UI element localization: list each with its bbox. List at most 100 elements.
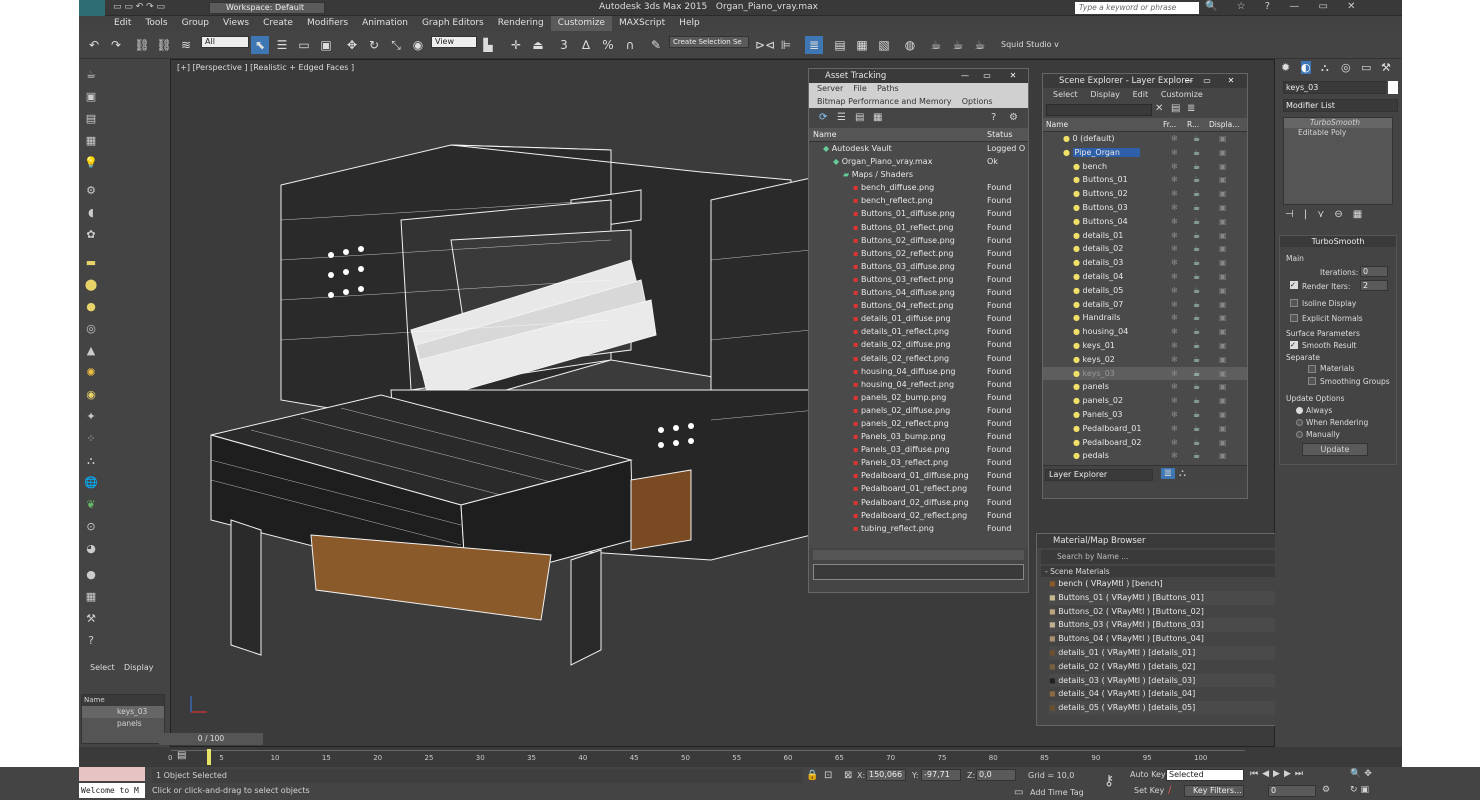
render-icon[interactable]: ☕ <box>1193 270 1200 284</box>
lock-selection-icon[interactable]: 🔒 <box>806 770 818 781</box>
freeze-icon[interactable]: ✻ <box>1171 284 1178 298</box>
freeze-icon[interactable]: ✻ <box>1171 353 1178 367</box>
render-icon[interactable]: ☕ <box>971 36 989 54</box>
asset-row[interactable]: ▪ Pedalboard_02_diffuse.png Found <box>809 496 1028 509</box>
visibility-icon[interactable]: ● <box>1043 189 1083 198</box>
camera-icon[interactable]: ⊙ <box>82 519 100 535</box>
menu-customize[interactable]: Customize <box>550 16 612 31</box>
window-crossing-icon[interactable]: ▣ <box>317 36 335 54</box>
smoothing-groups-checkbox[interactable] <box>1308 377 1316 385</box>
rotate-icon[interactable]: ↻ <box>365 36 383 54</box>
zoom-icon[interactable]: 🔍✥ <box>1350 769 1375 779</box>
freeze-icon[interactable]: ✻ <box>1171 394 1178 408</box>
modify-tab-icon[interactable]: ◐ <box>1301 61 1311 74</box>
freeze-icon[interactable]: ✻ <box>1171 173 1178 187</box>
render-icon[interactable]: ☕ <box>1193 436 1200 450</box>
asset-row[interactable]: ▪ Panels_03_bump.png Found <box>809 430 1028 443</box>
menu-edit[interactable]: Edit <box>1133 90 1149 99</box>
bind-spacewarp-icon[interactable]: ≋ <box>177 36 195 54</box>
visibility-icon[interactable]: ● <box>1043 148 1073 157</box>
mirror-icon[interactable]: ⊳⊲ <box>755 36 775 54</box>
pivot-icon[interactable]: ▙ <box>479 36 497 54</box>
menu-rendering[interactable]: Rendering <box>491 16 551 31</box>
particles-icon[interactable]: ✿ <box>82 227 100 243</box>
col-display[interactable]: Displa... <box>1209 118 1239 132</box>
object-name-field[interactable]: keys_03 <box>1283 81 1386 94</box>
asset-row[interactable]: ▪ Pedalboard_01_reflect.png Found <box>809 482 1028 495</box>
update-button[interactable]: Update <box>1302 443 1368 456</box>
particle-icon[interactable]: ⁘ <box>82 431 100 447</box>
z-coordinate-field[interactable]: 0,0 <box>976 769 1016 781</box>
freeze-icon[interactable]: ✻ <box>1171 436 1178 450</box>
stack-controls[interactable]: ⊣|⋎⊖▦ <box>1285 209 1372 220</box>
tab-display[interactable]: Display <box>124 663 154 672</box>
hierarchy-tab-icon[interactable]: ⛬ <box>1321 61 1329 75</box>
freeze-icon[interactable]: ✻ <box>1171 298 1178 312</box>
asset-row[interactable]: ▪ Buttons_02_reflect.png Found <box>809 247 1028 260</box>
render-icon[interactable]: ☕ <box>1193 422 1200 436</box>
always-radio[interactable] <box>1296 407 1303 414</box>
asset-row[interactable]: ◆ Autodesk Vault Logged O <box>809 142 1028 155</box>
tool-icon[interactable]: ⚙ <box>82 183 100 199</box>
scene-row[interactable]: ● Pedalboard_01 ✻ ☕ ▣ <box>1043 422 1247 436</box>
visibility-icon[interactable]: ● <box>1043 369 1083 378</box>
named-selection-set-dropdown[interactable]: Create Selection Se <box>669 36 749 48</box>
render-icon[interactable]: ☕ <box>1193 187 1200 201</box>
materials-checkbox[interactable] <box>1308 365 1316 373</box>
menu-create[interactable]: Create <box>256 16 300 31</box>
display-icon[interactable]: ▣ <box>1219 436 1227 450</box>
quick-access-icons[interactable]: ▭ ▭ ↶ ↷ ▭ <box>113 2 165 12</box>
scene-row[interactable]: ● Buttons_03 ✻ ☕ ▣ <box>1043 201 1247 215</box>
display-icon[interactable]: ▣ <box>1219 449 1227 463</box>
time-tag-icon[interactable]: ▭ <box>1014 787 1023 798</box>
render-iters-checkbox[interactable]: ✓ <box>1290 281 1298 289</box>
select-object-icon[interactable]: ⬉ <box>251 36 269 54</box>
material-editor-icon[interactable]: ◍ <box>901 36 919 54</box>
maximize-icon[interactable]: ▭ <box>979 70 995 82</box>
redo-icon[interactable]: ↷ <box>107 36 125 54</box>
box-icon[interactable]: ▬ <box>82 255 100 271</box>
layer-icon[interactable]: ≣ <box>1161 468 1175 479</box>
render-icon[interactable]: ☕ <box>1193 311 1200 325</box>
visibility-icon[interactable]: ● <box>1043 203 1083 212</box>
col-render[interactable]: R... <box>1187 118 1199 132</box>
scene-row[interactable]: ● details_07 ✻ ☕ ▣ <box>1043 298 1247 312</box>
visibility-icon[interactable]: ● <box>1043 231 1083 240</box>
display-icon[interactable]: ▣ <box>1219 229 1227 243</box>
render-icon[interactable]: ☕ <box>1193 353 1200 367</box>
move-icon[interactable]: ✥ <box>343 36 361 54</box>
visibility-icon[interactable]: ● <box>1043 134 1073 143</box>
scene-row[interactable]: ● panels_02 ✻ ☕ ▣ <box>1043 394 1247 408</box>
list-item[interactable]: keys_03 <box>82 706 164 718</box>
scene-row[interactable]: ● housing_04 ✻ ☕ ▣ <box>1043 325 1247 339</box>
sun-icon[interactable]: ✺ <box>82 365 100 381</box>
utility-icon[interactable]: ⚒ <box>82 611 100 627</box>
scene-row[interactable]: ● keys_01 ✻ ☕ ▣ <box>1043 339 1247 353</box>
render-icon[interactable]: ☕ <box>1193 449 1200 463</box>
display-icon[interactable]: ▣ <box>1219 311 1227 325</box>
menu-views[interactable]: Views <box>216 16 256 31</box>
angle-snap-icon[interactable]: ∆ <box>577 36 595 54</box>
col-freeze[interactable]: Fr... <box>1163 118 1176 132</box>
freeze-icon[interactable]: ✻ <box>1171 325 1178 339</box>
curve-editor-icon[interactable]: ▦ <box>853 36 871 54</box>
visibility-icon[interactable]: ● <box>1043 438 1083 447</box>
schematic-view-icon[interactable]: ▧ <box>875 36 893 54</box>
asset-tracking-title[interactable]: Asset Tracking — ▭ ✕ <box>809 69 1028 83</box>
auto-key-button[interactable]: Auto Key <box>1130 770 1166 779</box>
visibility-icon[interactable]: ● <box>1043 410 1083 419</box>
hierarchy-icon[interactable]: ⛬ <box>1179 468 1186 479</box>
scene-explorer-title[interactable]: Scene Explorer - Layer Explorer — ▭ ✕ <box>1043 74 1247 88</box>
playback-controls[interactable]: ⏮◀▶▶⏭ <box>1250 769 1307 779</box>
visibility-icon[interactable]: ● <box>1043 175 1083 184</box>
render-icon[interactable]: ☕ <box>1193 284 1200 298</box>
manually-radio[interactable] <box>1296 431 1303 438</box>
clear-icon[interactable]: ✕ <box>1155 103 1163 114</box>
display-icon[interactable]: ▣ <box>1219 380 1227 394</box>
freeze-icon[interactable]: ✻ <box>1171 242 1178 256</box>
scene-row[interactable]: ● pedals ✻ ☕ ▣ <box>1043 449 1247 463</box>
scene-row[interactable]: ● Buttons_04 ✻ ☕ ▣ <box>1043 215 1247 229</box>
menu-group[interactable]: Group <box>175 16 216 31</box>
close-icon[interactable]: ✕ <box>1223 75 1239 87</box>
help-icon[interactable]: ? <box>991 112 996 123</box>
